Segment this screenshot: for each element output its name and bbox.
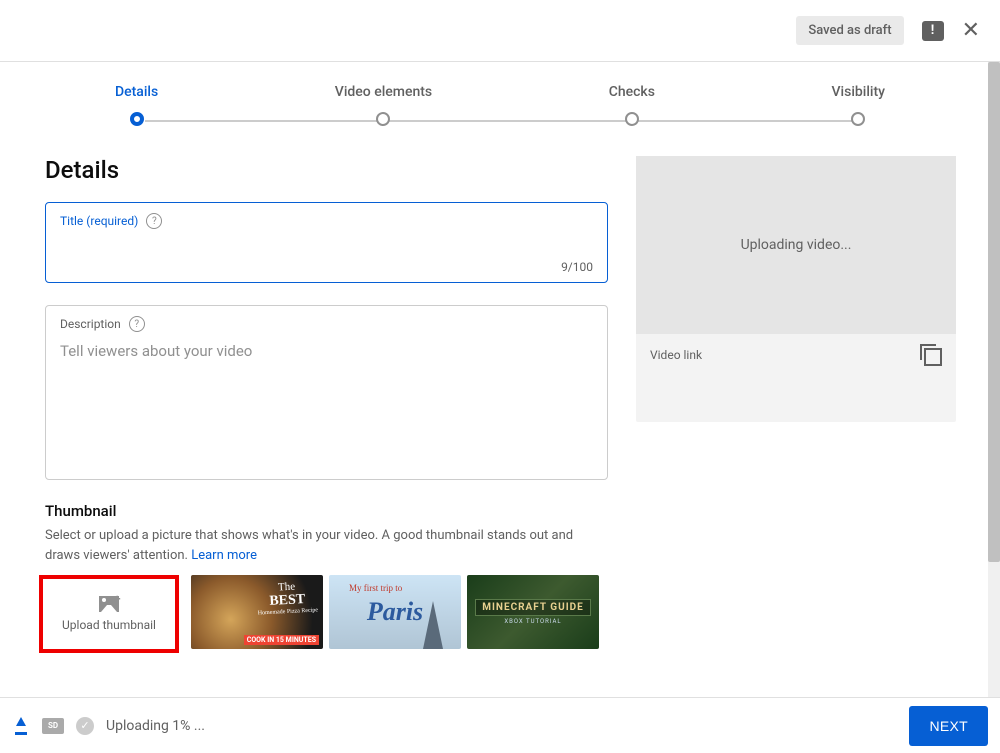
image-add-icon: +	[99, 596, 119, 612]
step-label: Video elements	[335, 84, 432, 100]
left-column: Details Title (required) ? 9/100 Descrip…	[45, 156, 608, 696]
scrollbar-thumb[interactable]	[988, 62, 1000, 562]
step-line	[145, 120, 855, 122]
progress-stepper: Details Video elements Checks Visibility	[0, 62, 1000, 126]
dialog-footer: SD ✓ Uploading 1% ... NEXT	[0, 697, 1000, 753]
saved-draft-badge: Saved as draft	[796, 16, 903, 45]
feedback-icon[interactable]: !	[922, 21, 944, 41]
thumbnail-desc-text: Select or upload a picture that shows wh…	[45, 528, 573, 563]
video-link-label: Video link	[650, 348, 702, 362]
sd-badge-icon: SD	[42, 718, 64, 734]
step-circle	[625, 112, 639, 126]
upload-icon	[12, 717, 30, 735]
thumbnail-option-1[interactable]: TheBESTHomemade Pizza Recipe COOK IN 15 …	[191, 575, 323, 649]
copy-link-icon[interactable]	[924, 348, 942, 366]
description-label: Description ?	[60, 316, 593, 332]
check-icon: ✓	[76, 717, 94, 735]
next-button[interactable]: NEXT	[909, 706, 988, 746]
thumbnail-option-2[interactable]: My first trip to Paris	[329, 575, 461, 649]
upload-thumbnail-label: Upload thumbnail	[62, 618, 156, 632]
step-checks[interactable]: Checks	[609, 84, 655, 126]
description-placeholder: Tell viewers about your video	[60, 342, 593, 360]
title-field[interactable]: Title (required) ? 9/100	[45, 202, 608, 283]
step-label: Checks	[609, 84, 655, 100]
right-column: Uploading video... Video link	[636, 156, 956, 696]
title-char-count: 9/100	[561, 260, 593, 274]
upload-progress-text: Uploading 1% ...	[106, 718, 205, 734]
close-icon[interactable]: ✕	[962, 20, 980, 42]
description-label-text: Description	[60, 317, 121, 331]
video-preview-panel: Uploading video... Video link	[636, 156, 956, 422]
title-label: Title (required) ?	[60, 213, 593, 229]
video-upload-status: Uploading video...	[636, 156, 956, 334]
dialog-header: Saved as draft ! ✕	[0, 0, 1000, 62]
thumbnail-heading: Thumbnail	[45, 502, 608, 520]
learn-more-link[interactable]: Learn more	[191, 548, 257, 563]
scrollbar[interactable]	[988, 62, 1000, 697]
step-circle	[376, 112, 390, 126]
step-label: Details	[115, 84, 158, 100]
thumbnail-option-3[interactable]: MINECRAFT GUIDE XBOX TUTORIAL	[467, 575, 599, 649]
content-area: Details Title (required) ? 9/100 Descrip…	[0, 126, 1000, 696]
section-title: Details	[45, 156, 608, 184]
step-visibility[interactable]: Visibility	[832, 84, 885, 126]
thumbnail-description: Select or upload a picture that shows wh…	[45, 526, 608, 565]
title-label-text: Title (required)	[60, 214, 138, 228]
step-video-elements[interactable]: Video elements	[335, 84, 432, 126]
step-circle	[851, 112, 865, 126]
help-icon[interactable]: ?	[129, 316, 145, 332]
thumbnail-row: + Upload thumbnail TheBESTHomemade Pizza…	[45, 575, 608, 653]
description-field[interactable]: Description ? Tell viewers about your vi…	[45, 305, 608, 480]
video-meta: Video link	[636, 334, 956, 422]
step-label: Visibility	[832, 84, 885, 100]
step-circle	[130, 112, 144, 126]
title-input[interactable]	[60, 235, 593, 252]
step-details[interactable]: Details	[115, 84, 158, 126]
upload-thumbnail-button[interactable]: + Upload thumbnail	[39, 575, 179, 653]
help-icon[interactable]: ?	[146, 213, 162, 229]
